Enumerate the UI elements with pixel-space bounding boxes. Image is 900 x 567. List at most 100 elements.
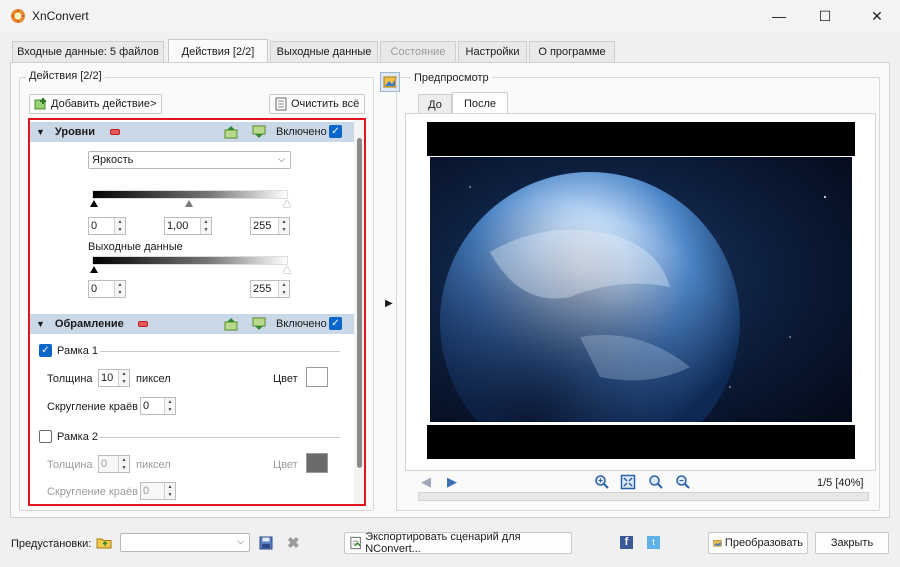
tab-after[interactable]: После [452,92,508,114]
border1-checkbox[interactable]: ✓ [39,344,52,357]
border2-rounding-field[interactable]: 0 ▲ ▼ [140,482,176,500]
input-gamma-handle[interactable] [185,200,193,207]
levels-channel-select[interactable]: Яркость ⌵ [88,151,291,169]
border1-color-swatch[interactable] [306,367,328,387]
twitter-icon[interactable]: t [647,536,660,549]
clear-list-icon [275,97,287,111]
frame-enabled-checkbox[interactable]: ✓ [329,317,342,330]
border1-label: Рамка 1 [57,345,98,357]
chevron-down-icon: ⌵ [278,154,285,164]
folder-icon[interactable] [96,535,112,551]
actions-group-label: Действия [2/2] [26,70,105,82]
spin-arrows-icon[interactable]: ▲ ▼ [164,398,175,414]
zoom-out-icon[interactable] [675,474,691,490]
output-max-field[interactable]: 255 ▲ ▼ [250,280,290,298]
levels-channel-value: Яркость [92,154,134,166]
tab-actions[interactable]: Действия [2/2] [168,39,268,63]
tab-status[interactable]: Состояние [380,41,456,62]
output-min-value: 0 [91,283,98,295]
input-gamma-value: 1,00 [167,220,189,232]
spin-arrows-icon[interactable]: ▲ ▼ [114,281,125,297]
output-white-point-handle[interactable] [283,266,291,273]
tab-input[interactable]: Входные данные: 5 файлов [12,41,164,62]
export-script-button[interactable]: Экспортировать сценарий для NConvert... [344,531,572,555]
close-button[interactable]: Закрыть [815,532,889,554]
minimize-button[interactable]: — [756,0,802,32]
border2-color-swatch[interactable] [306,453,328,473]
input-min-field[interactable]: 0 ▲ ▼ [88,217,126,235]
presets-label: Предустановки: [11,538,92,550]
zoom-in-icon[interactable] [594,474,610,490]
move-down-icon[interactable] [252,317,266,331]
expand-arrow-icon[interactable]: ▶ [385,298,393,309]
border2-label: Рамка 2 [57,431,98,443]
frame-enabled-label: Включено [276,318,327,330]
move-up-icon[interactable] [224,317,238,331]
spin-arrows-icon[interactable]: ▲ ▼ [278,281,289,297]
spin-arrows-icon[interactable]: ▲ ▼ [278,218,289,234]
preview-image [430,157,852,422]
title-bar: XnConvert — ☐ ✕ [0,0,900,32]
border1-rounding-field[interactable]: 0 ▲ ▼ [140,397,176,415]
input-black-point-handle[interactable] [90,200,98,207]
collapse-triangle-icon[interactable]: ▼ [36,319,45,329]
preview-image-icon [383,76,397,88]
levels-enabled-label: Включено [276,126,327,138]
remove-frame-icon[interactable] [138,321,148,327]
convert-button[interactable]: Преобразовать [708,532,808,554]
input-gamma-field[interactable]: 1,00 ▲ ▼ [164,217,212,235]
input-max-field[interactable]: 255 ▲ ▼ [250,217,290,235]
maximize-button[interactable]: ☐ [802,0,848,32]
close-window-button[interactable]: ✕ [854,0,900,32]
border2-divider [100,437,340,438]
spin-arrows-icon[interactable]: ▲ ▼ [164,483,175,499]
delete-preset-icon[interactable]: ✖ [287,534,303,552]
output-min-field[interactable]: 0 ▲ ▼ [88,280,126,298]
border1-divider [100,351,340,352]
output-black-point-handle[interactable] [90,266,98,273]
facebook-icon[interactable]: f [620,536,633,549]
border2-rounding-value: 0 [143,485,150,497]
add-action-button[interactable]: Добавить действие> [29,94,162,114]
chevron-down-icon: ⌵ [237,536,244,546]
spin-arrows-icon[interactable]: ▲ ▼ [118,370,129,386]
spin-arrows-icon[interactable]: ▲ ▼ [114,218,125,234]
top-black-band [427,122,855,156]
border2-thickness-value: 0 [101,458,108,470]
clear-all-button[interactable]: Очистить всё [269,94,365,114]
tab-about[interactable]: О программе [529,41,615,62]
border1-rounding-label: Скругление краёв [47,401,138,413]
next-arrow-icon[interactable]: ▶ [447,474,463,490]
tab-before[interactable]: До [418,94,452,114]
border1-thickness-field[interactable]: 10 ▲ ▼ [98,369,130,387]
tab-settings[interactable]: Настройки [458,41,527,62]
border1-color-label: Цвет [273,373,298,385]
output-levels-gradient [92,256,288,265]
frame-title: Обрамление [54,318,124,330]
border2-checkbox[interactable] [39,430,52,443]
previous-arrow-icon[interactable]: ◀ [421,474,437,490]
fit-to-window-icon[interactable] [620,474,636,490]
collapse-triangle-icon[interactable]: ▼ [36,127,45,137]
move-up-icon[interactable] [224,125,238,139]
page-info: 1/5 [40%] [817,477,864,489]
output-max-value: 255 [253,283,272,295]
bottom-black-band [427,425,855,459]
minimize-icon: — [772,8,786,24]
save-preset-icon[interactable] [258,535,274,551]
border2-thickness-label: Толщина [47,459,93,471]
move-down-icon[interactable] [252,125,266,139]
spin-arrows-icon[interactable]: ▲ ▼ [200,218,211,234]
input-white-point-handle[interactable] [283,200,291,207]
presets-select[interactable]: ⌵ [120,533,250,552]
convert-label: Преобразовать [724,537,803,549]
remove-levels-icon[interactable] [110,129,120,135]
tab-output[interactable]: Выходные данные [270,41,378,62]
border2-thickness-field[interactable]: 0 ▲ ▼ [98,455,130,473]
preview-scrollbar[interactable] [418,492,869,501]
actions-scroll-thumb[interactable] [357,138,362,468]
levels-enabled-checkbox[interactable]: ✓ [329,125,342,138]
spin-arrows-icon[interactable]: ▲ ▼ [118,456,129,472]
zoom-actual-icon[interactable] [648,474,664,490]
actions-scrollbar[interactable] [354,120,364,504]
